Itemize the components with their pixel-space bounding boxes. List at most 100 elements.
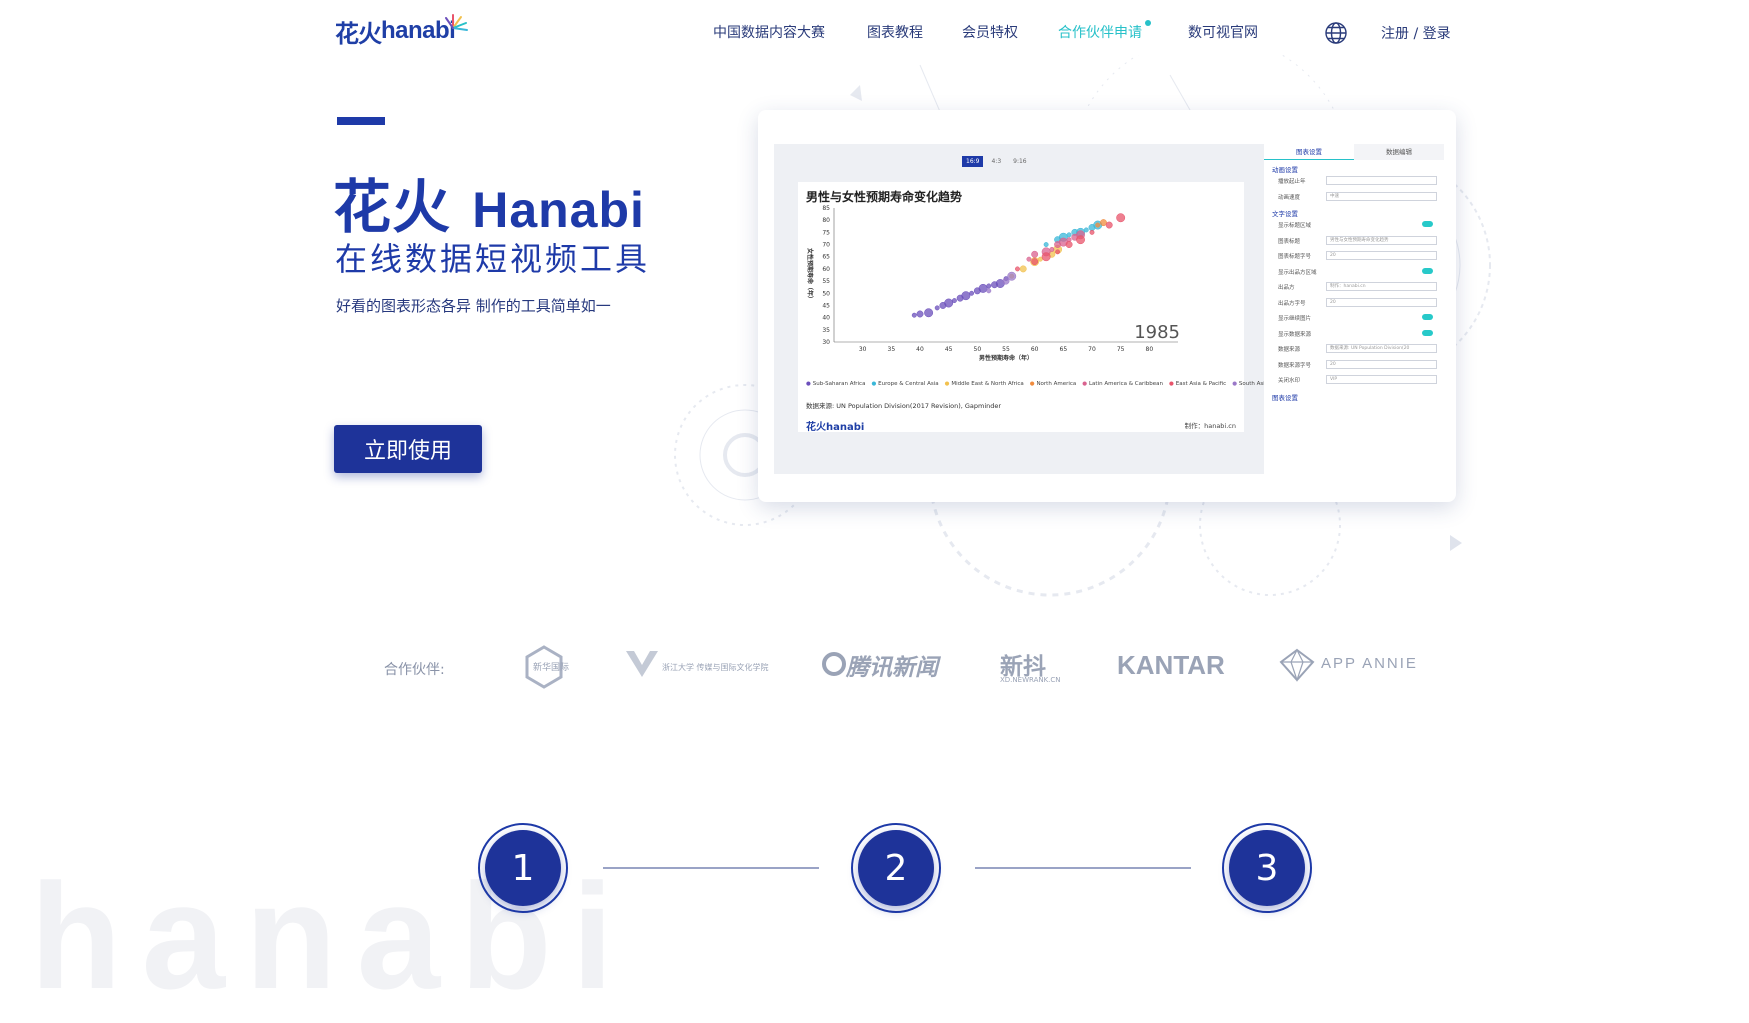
panel-field[interactable]: 数据来源: UN Population Division(20 xyxy=(1326,344,1437,353)
globe-icon[interactable] xyxy=(1324,21,1348,45)
legend-swatch: ● xyxy=(1169,381,1176,387)
data-point xyxy=(986,288,992,294)
panel-row-label: 播放起止年 xyxy=(1278,179,1306,185)
legend-item: ● North America xyxy=(1029,381,1077,387)
panel-section-title[interactable]: 文字设置 xyxy=(1272,208,1298,218)
x-tick-label: 75 xyxy=(1117,346,1125,353)
panel-field[interactable]: 20 xyxy=(1326,359,1437,369)
step-connector-1 xyxy=(603,867,819,869)
legend-item: ● Middle East & North Africa xyxy=(944,381,1024,387)
data-point xyxy=(1116,213,1126,223)
panel-field[interactable]: VIP xyxy=(1326,375,1437,384)
legend-item: ● Latin America & Caribbean xyxy=(1082,381,1164,387)
panel-field[interactable]: 男性与女性预期寿命变化趋势 xyxy=(1326,235,1437,245)
y-tick-label: 45 xyxy=(822,302,830,309)
aspect-ratio-switcher: 16:9 4:3 9:16 xyxy=(962,156,1031,167)
settings-panel: 图表设置 数据编辑 动画设置 播放起止年 动画速度 中速 文字设置 显示标题区域 图表标题 男… xyxy=(1264,144,1444,474)
legend-swatch: ● xyxy=(806,381,813,387)
panel-section-title[interactable]: 动画设置 xyxy=(1272,164,1298,174)
data-point xyxy=(1100,219,1107,227)
panel-section-title[interactable]: 图表设置 xyxy=(1272,392,1298,402)
panel-toggle[interactable] xyxy=(1422,329,1433,336)
x-tick-label: 80 xyxy=(1146,346,1154,353)
legend-swatch: ● xyxy=(871,381,879,387)
x-tick-label: 30 xyxy=(859,346,867,353)
tab-chart-settings[interactable]: 图表设置 xyxy=(1264,144,1354,160)
nav-item-contest[interactable]: 中国数据内容大赛 xyxy=(713,22,825,42)
ratio-option-4-3[interactable]: 4:3 xyxy=(987,156,1005,167)
x-tick-label: 35 xyxy=(888,346,896,353)
y-tick-label: 85 xyxy=(822,205,830,212)
brand-logo[interactable]: 花火 hanabi xyxy=(335,14,475,48)
data-point xyxy=(1031,258,1039,266)
legend-item: ● East Asia & Pacific xyxy=(1169,381,1227,387)
panel-row-label: 显示继续图片 xyxy=(1278,316,1312,322)
nav-item-partner-apply[interactable]: 合作伙伴申请 xyxy=(1058,22,1142,42)
nav-item-official-site[interactable]: 数可视官网 xyxy=(1188,22,1258,42)
data-point xyxy=(1041,252,1051,262)
nav-item-membership[interactable]: 会员特权 xyxy=(962,22,1018,42)
y-tick-label: 50 xyxy=(822,290,830,297)
panel-field[interactable]: 中速 xyxy=(1326,191,1437,201)
y-tick-label: 55 xyxy=(822,278,830,285)
panel-row-label: 出品方字号 xyxy=(1278,300,1306,307)
y-tick-label: 65 xyxy=(822,254,830,261)
x-tick-label: 70 xyxy=(1088,346,1096,353)
legend-swatch: ● xyxy=(944,381,952,387)
start-now-button[interactable]: 立即使用 xyxy=(334,425,482,473)
partner-kantar: KANTAR xyxy=(1117,650,1225,680)
step-3: 3 xyxy=(1222,823,1312,913)
panel-field[interactable]: 制作：hanabi.cn xyxy=(1326,282,1437,291)
ratio-option-16-9[interactable]: 16:9 xyxy=(962,156,984,167)
nav-item-tutorials[interactable]: 图表教程 xyxy=(867,22,923,42)
y-tick-label: 80 xyxy=(822,217,830,224)
data-point xyxy=(1015,266,1020,272)
data-point xyxy=(1076,235,1085,245)
panel-toggle[interactable] xyxy=(1422,267,1433,274)
tab-data-edit[interactable]: 数据编辑 xyxy=(1354,144,1444,160)
firework-icon xyxy=(445,14,468,31)
panel-toggle[interactable] xyxy=(1422,314,1433,320)
hero-title: 花火 Hanabi xyxy=(333,160,645,244)
x-tick-label: 40 xyxy=(916,346,924,353)
ratio-option-9-16[interactable]: 9:16 xyxy=(1009,156,1030,167)
data-point xyxy=(1095,222,1101,228)
panel-row-label: 图表标题 xyxy=(1278,238,1301,245)
panel-row-label: 动画速度 xyxy=(1278,194,1301,201)
logo-cn-text: 花火 xyxy=(335,19,382,48)
y-tick-label: 75 xyxy=(822,229,830,236)
legend-swatch: ● xyxy=(1029,381,1037,387)
data-point xyxy=(924,308,934,318)
legend-item: ● Sub-Saharan Africa xyxy=(806,381,866,387)
y-tick-label: 35 xyxy=(822,327,830,334)
data-point xyxy=(1083,227,1089,233)
editor-preview: 16:9 4:3 9:16 男性与女性预期寿命变化趋势 30 35 40 45 50 55… xyxy=(774,144,1444,474)
panel-field[interactable] xyxy=(1326,176,1437,185)
panel-field[interactable]: 20 xyxy=(1326,297,1437,307)
panel-row-label: 显示出品方区域 xyxy=(1278,269,1317,276)
data-point xyxy=(934,305,940,311)
data-point xyxy=(1031,250,1039,258)
data-point xyxy=(916,310,924,318)
panel-toggle[interactable] xyxy=(1422,221,1433,227)
data-point xyxy=(986,283,992,289)
panel-tabs: 图表设置 数据编辑 xyxy=(1264,144,1444,160)
data-point xyxy=(1019,265,1027,273)
data-point xyxy=(1065,241,1073,248)
y-tick-label: 40 xyxy=(822,315,830,322)
y-axis-label: 女性预期寿命（年） xyxy=(806,248,814,302)
x-tick-label: 45 xyxy=(945,346,953,353)
panel-field[interactable]: 20 xyxy=(1326,251,1437,260)
panel-row-label: 图表标题字号 xyxy=(1278,254,1312,260)
register-login-link[interactable]: 注册 / 登录 xyxy=(1381,23,1451,43)
panel-row-label: 数据来源 xyxy=(1278,347,1301,353)
legend-item: ● South Asia xyxy=(1232,381,1269,387)
data-point xyxy=(911,312,917,318)
data-source-text: 数据来源: UN Population Division(2017 Revisi… xyxy=(806,402,1002,410)
data-point xyxy=(1049,246,1055,252)
partner-xindou-sub: XD.NEWRANK.CN xyxy=(1000,676,1061,684)
hero-accent-bar xyxy=(337,117,385,125)
data-point xyxy=(1026,256,1032,262)
chart-canvas: 男性与女性预期寿命变化趋势 30 35 40 45 50 55 60 65 70 75 80 30 35… xyxy=(798,182,1268,433)
product-preview-card: 16:9 4:3 9:16 男性与女性预期寿命变化趋势 30 35 40 45 50 55… xyxy=(758,110,1456,502)
